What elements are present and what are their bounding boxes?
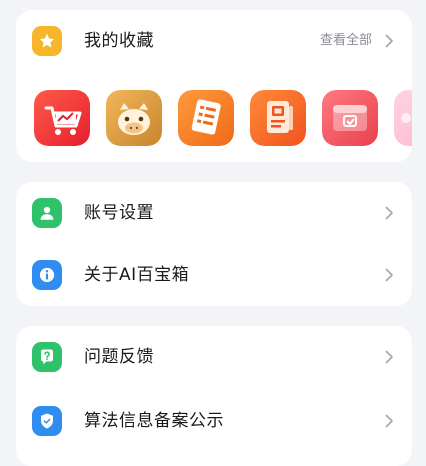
question-icon — [32, 342, 62, 372]
chevron-right-icon — [382, 34, 396, 48]
shopping-cart-chart-icon[interactable] — [34, 90, 90, 146]
algorithm-filing-row[interactable]: 算法信息备案公示 — [16, 390, 412, 452]
person-icon — [32, 198, 62, 228]
feedback-label: 问题反馈 — [84, 347, 154, 367]
favorites-header[interactable]: 我的收藏 查看全部 — [16, 10, 412, 72]
info-icon — [32, 260, 62, 290]
account-settings-row[interactable]: 账号设置 — [16, 182, 412, 244]
help-card: 问题反馈 算法信息备案公示 — [16, 326, 412, 466]
chevron-right-icon — [382, 206, 396, 220]
feedback-row[interactable]: 问题反馈 — [16, 326, 412, 388]
chevron-right-icon — [382, 350, 396, 364]
favorites-card: 我的收藏 查看全部 — [16, 10, 412, 162]
cartoon-cow-icon[interactable] — [106, 90, 162, 146]
algorithm-filing-label: 算法信息备案公示 — [84, 411, 224, 431]
partial-app-icon[interactable] — [394, 90, 412, 146]
favorite-apps-strip — [32, 90, 412, 150]
view-all-link[interactable]: 查看全部 — [320, 32, 372, 50]
about-row[interactable]: 关于AI百宝箱 — [16, 244, 412, 306]
favorites-title: 我的收藏 — [84, 31, 154, 51]
photo-card-icon[interactable] — [322, 90, 378, 146]
chevron-right-icon — [382, 414, 396, 428]
star-icon — [32, 26, 62, 56]
about-label: 关于AI百宝箱 — [84, 265, 190, 285]
notebook-list-icon[interactable] — [178, 90, 234, 146]
shield-icon — [32, 406, 62, 436]
account-settings-label: 账号设置 — [84, 203, 154, 223]
chevron-right-icon — [382, 268, 396, 282]
document-badge-icon[interactable] — [250, 90, 306, 146]
account-card: 账号设置 关于AI百宝箱 — [16, 182, 412, 306]
